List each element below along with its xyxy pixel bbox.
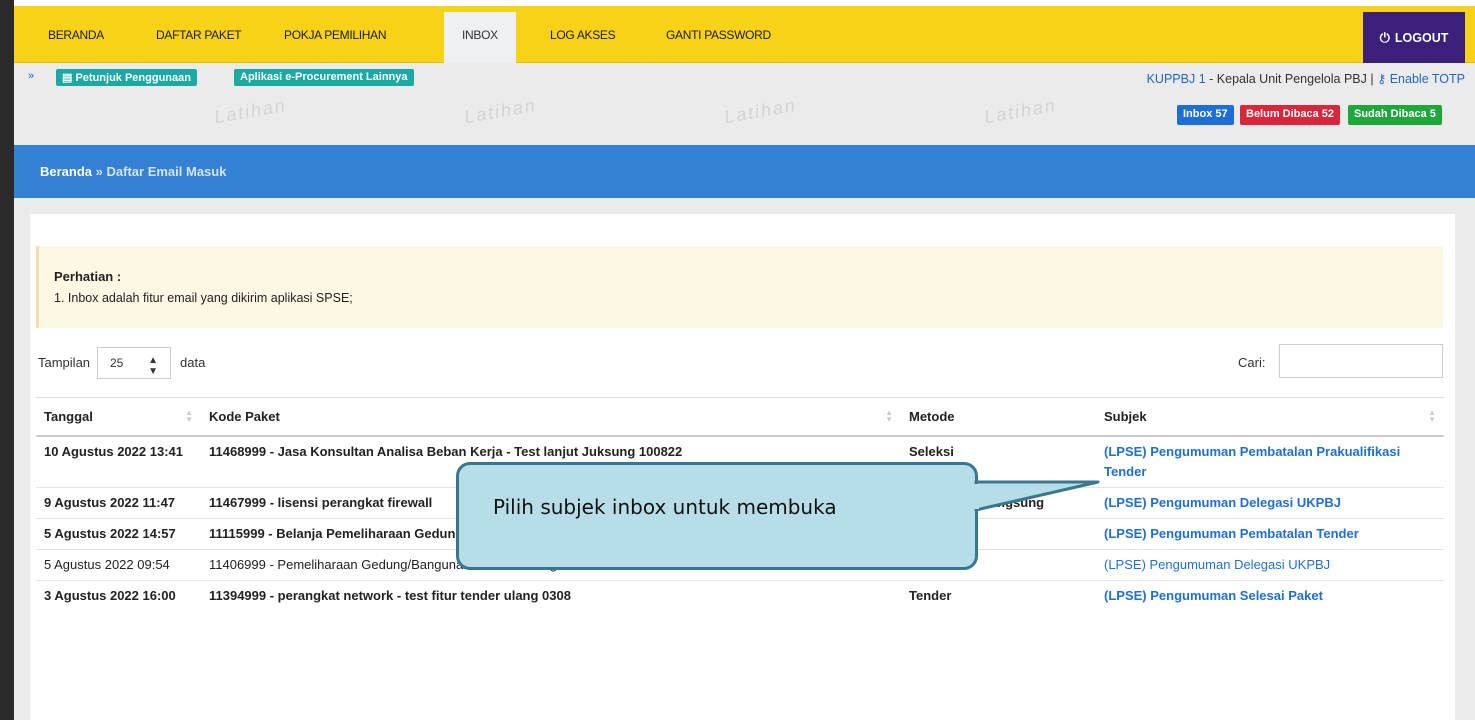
subject-link[interactable]: (LPSE) Pengumuman Pembatalan Prakualifik… [1104,444,1400,479]
logout-label: LOGOUT [1394,30,1449,45]
subject-link[interactable]: (LPSE) Pengumuman Delegasi UKPBJ [1104,495,1341,510]
sort-icon: ▲ ▼ [185,408,193,424]
subject-link[interactable]: (LPSE) Pengumuman Pembatalan Tender [1104,526,1359,541]
column-header-kode-paket[interactable]: Kode Paket ▲ ▼ [201,397,901,437]
nav-ganti-password[interactable]: GANTI PASSWORD [666,28,771,42]
watermark-text: Latihan [722,94,799,128]
column-header-metode[interactable]: Metode [901,397,1096,437]
column-header-subjek[interactable]: Subjek ▲ ▼ [1096,397,1444,437]
read-count-badge[interactable]: Sudah Dibaca 5 [1348,105,1442,125]
nav-pokja-pemilihan[interactable]: POKJA PEMILIHAN [284,28,387,42]
cell-subjek: (LPSE) Pengumuman Delegasi UKPBJ [1096,548,1444,580]
breadcrumb: Beranda » Daftar Email Masuk [40,164,226,179]
sort-icon: ▲ ▼ [1428,408,1436,424]
unread-count-badge[interactable]: Belum Dibaca 52 [1240,105,1341,125]
apps-button[interactable]: Aplikasi e-Procurement Lainnya [234,69,414,86]
breadcrumb-home[interactable]: Beranda [40,164,92,179]
page-size-select[interactable]: 25 ▲ ▼ [97,347,171,379]
user-info: KUPPBJ 1 - Kepala Unit Pengelola PBJ | ⚷… [1147,71,1465,86]
cell-tanggal: 3 Agustus 2022 16:00 [36,579,201,611]
page-size-value: 25 [110,356,124,370]
cell-subjek: (LPSE) Pengumuman Selesai Paket [1096,579,1444,611]
page-size-label: Tampilan [38,355,91,370]
notice-box: Perhatian : 1. Inbox adalah fitur email … [36,246,1443,328]
collapse-chevron-icon[interactable]: » [28,70,34,82]
subject-link[interactable]: (LPSE) Pengumuman Selesai Paket [1104,588,1323,603]
breadcrumb-current: Daftar Email Masuk [106,164,227,179]
cell-metode: Tender [901,579,1096,611]
book-icon: ▤ [62,72,73,84]
sort-icon: ▲ ▼ [885,408,893,424]
guide-button[interactable]: ▤ Petunjuk Penggunaan [56,69,197,86]
cell-tanggal: 9 Agustus 2022 11:47 [36,486,201,518]
search-input[interactable] [1279,344,1443,378]
nav-beranda[interactable]: BERANDA [48,28,104,42]
cell-subjek: (LPSE) Pengumuman Pembatalan Prakualifik… [1096,435,1444,487]
screen-top-edge [0,0,1475,6]
subject-link[interactable]: (LPSE) Pengumuman Delegasi UKPBJ [1104,557,1330,572]
select-updown-icon: ▲ ▼ [148,355,158,377]
key-icon: ⚷ [1377,72,1387,86]
guide-button-label: Petunjuk Penggunaan [75,72,191,84]
cell-tanggal: 5 Agustus 2022 14:57 [36,517,201,549]
notice-body: 1. Inbox adalah fitur email yang dikirim… [54,291,353,305]
nav-log-akses[interactable]: LOG AKSES [550,28,616,42]
table-header-row: Tanggal ▲ ▼ Kode Paket ▲ ▼ Metode Subjek ▲ ▼ [36,397,1444,437]
user-name-link[interactable]: KUPPBJ 1 [1147,72,1206,86]
callout-pointer-arrow [968,480,1100,512]
logout-button[interactable]: ⏻ LOGOUT [1363,12,1465,63]
breadcrumb-bar: Beranda » Daftar Email Masuk [14,145,1475,198]
top-navbar: BERANDA DAFTAR PAKET POKJA PEMILIHAN INB… [14,6,1475,63]
column-header-tanggal[interactable]: Tanggal ▲ ▼ [36,397,201,437]
watermark-text: Latihan [982,94,1059,128]
cell-subjek: (LPSE) Pengumuman Pembatalan Tender [1096,517,1444,549]
notice-title: Perhatian : [54,269,122,284]
breadcrumb-separator: » [95,164,103,179]
user-role: - Kepala Unit Pengelola PBJ | [1209,72,1374,86]
callout-text: Pilih subjek inbox untuk membuka [493,495,837,519]
table-row[interactable]: 3 Agustus 2022 16:00 11394999 - perangka… [36,579,1444,611]
nav-daftar-paket[interactable]: DAFTAR PAKET [156,28,242,42]
screen-left-edge [0,0,14,720]
nav-inbox[interactable]: INBOX [444,12,516,63]
watermark-text: Latihan [212,94,289,128]
sub-header: » ▤ Petunjuk Penggunaan Aplikasi e-Procu… [14,63,1475,151]
enable-totp-link[interactable]: Enable TOTP [1390,72,1465,86]
power-icon: ⏻ [1379,29,1390,45]
cell-subjek: (LPSE) Pengumuman Delegasi UKPBJ [1096,486,1444,518]
instruction-callout: Pilih subjek inbox untuk membuka [456,462,978,570]
page-size-suffix: data [180,355,206,370]
cell-tanggal: 10 Agustus 2022 13:41 [36,435,201,487]
watermark-text: Latihan [462,94,539,128]
search-label: Cari: [1238,355,1266,370]
cell-tanggal: 5 Agustus 2022 09:54 [36,548,201,580]
cell-kode-paket: 11394999 - perangkat network - test fitu… [201,579,901,611]
inbox-count-badge[interactable]: Inbox 57 [1177,105,1234,125]
